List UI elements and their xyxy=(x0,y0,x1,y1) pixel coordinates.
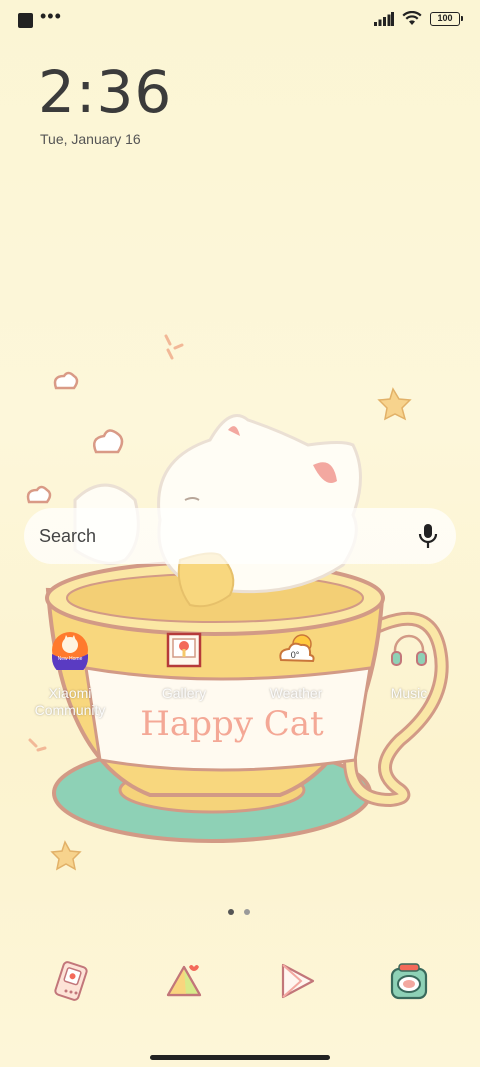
headphones-icon xyxy=(391,634,427,666)
page-dot-active[interactable] xyxy=(228,909,234,915)
page-indicator xyxy=(228,909,250,915)
search-placeholder: Search xyxy=(39,526,97,546)
app-label: Gallery xyxy=(161,685,207,701)
app-label: Xiaomi Community xyxy=(34,685,106,718)
messages-icon[interactable] xyxy=(164,961,204,1001)
microphone-icon[interactable] xyxy=(418,523,438,549)
app-weather[interactable]: 0° Weather xyxy=(246,630,346,702)
more-dots-icon: ••• xyxy=(40,6,62,26)
cloud-puff-decoration xyxy=(26,371,124,504)
camera-icon[interactable] xyxy=(389,961,429,1001)
app-label: Music xyxy=(390,685,428,701)
wallpaper-illustration: Happy Cat xyxy=(26,334,449,871)
app-label: Weather xyxy=(269,685,323,701)
clock-time: 2:36 xyxy=(38,58,173,126)
xiaomi-community-icon: New Home xyxy=(52,632,88,676)
star-decoration xyxy=(50,840,82,871)
svg-text:0°: 0° xyxy=(291,650,300,660)
play-store-icon[interactable] xyxy=(277,961,317,1001)
wifi-icon xyxy=(402,11,422,25)
gallery-icon xyxy=(166,632,202,668)
page-dot[interactable] xyxy=(244,909,250,915)
weather-icon: 0° xyxy=(279,634,315,663)
status-bar: ••• 100 xyxy=(0,0,480,42)
search-bar[interactable]: Search xyxy=(24,508,456,564)
signal-icon xyxy=(374,11,394,26)
svg-text:New Home: New Home xyxy=(58,656,83,662)
happy-cat-text: Happy Cat xyxy=(140,704,324,744)
star-decoration xyxy=(377,387,412,421)
app-music[interactable]: Music xyxy=(359,630,459,702)
clock-date: Tue, January 16 xyxy=(40,131,141,147)
app-gallery[interactable]: Gallery xyxy=(134,630,234,702)
home-gesture-bar[interactable] xyxy=(150,1055,330,1060)
phone-icon[interactable] xyxy=(51,961,91,1001)
app-xiaomi-community[interactable]: New Home Xiaomi Community xyxy=(20,630,120,719)
app-notification-icon xyxy=(18,13,33,28)
battery-icon: 100 xyxy=(430,11,463,26)
